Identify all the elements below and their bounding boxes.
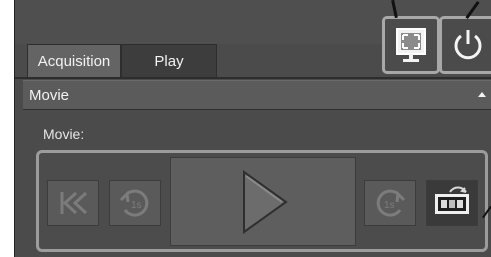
power-icon xyxy=(454,30,482,60)
step-forward-1s-button[interactable]: 1s xyxy=(364,180,416,226)
fullscreen-button[interactable] xyxy=(382,16,440,74)
step-back-1s-button[interactable]: 1s xyxy=(109,180,161,226)
step-back-label: 1s xyxy=(131,200,142,211)
collapse-icon[interactable] xyxy=(478,92,486,97)
play-icon xyxy=(243,169,288,234)
skip-to-start-button[interactable] xyxy=(47,180,99,226)
movie-label: Movie: xyxy=(43,126,85,142)
export-movie-button[interactable] xyxy=(426,180,478,226)
app-window: Acquisition Play Movie Movie: 1s 1s xyxy=(14,0,491,257)
power-button[interactable] xyxy=(439,16,491,74)
tab-play[interactable]: Play xyxy=(121,44,217,78)
movie-section-header[interactable]: Movie xyxy=(23,80,491,110)
fullscreen-icon xyxy=(396,28,426,62)
tab-divider xyxy=(15,77,491,79)
section-title: Movie xyxy=(29,86,70,104)
tab-acquisition[interactable]: Acquisition xyxy=(27,44,121,78)
playback-controls: 1s 1s xyxy=(36,150,488,252)
skip-to-start-icon xyxy=(60,191,88,215)
step-back-1s-icon: 1s xyxy=(119,189,149,217)
step-forward-1s-icon: 1s xyxy=(376,189,406,217)
step-forward-label: 1s xyxy=(384,200,395,211)
play-button[interactable] xyxy=(170,157,356,246)
export-movie-icon xyxy=(435,186,469,214)
